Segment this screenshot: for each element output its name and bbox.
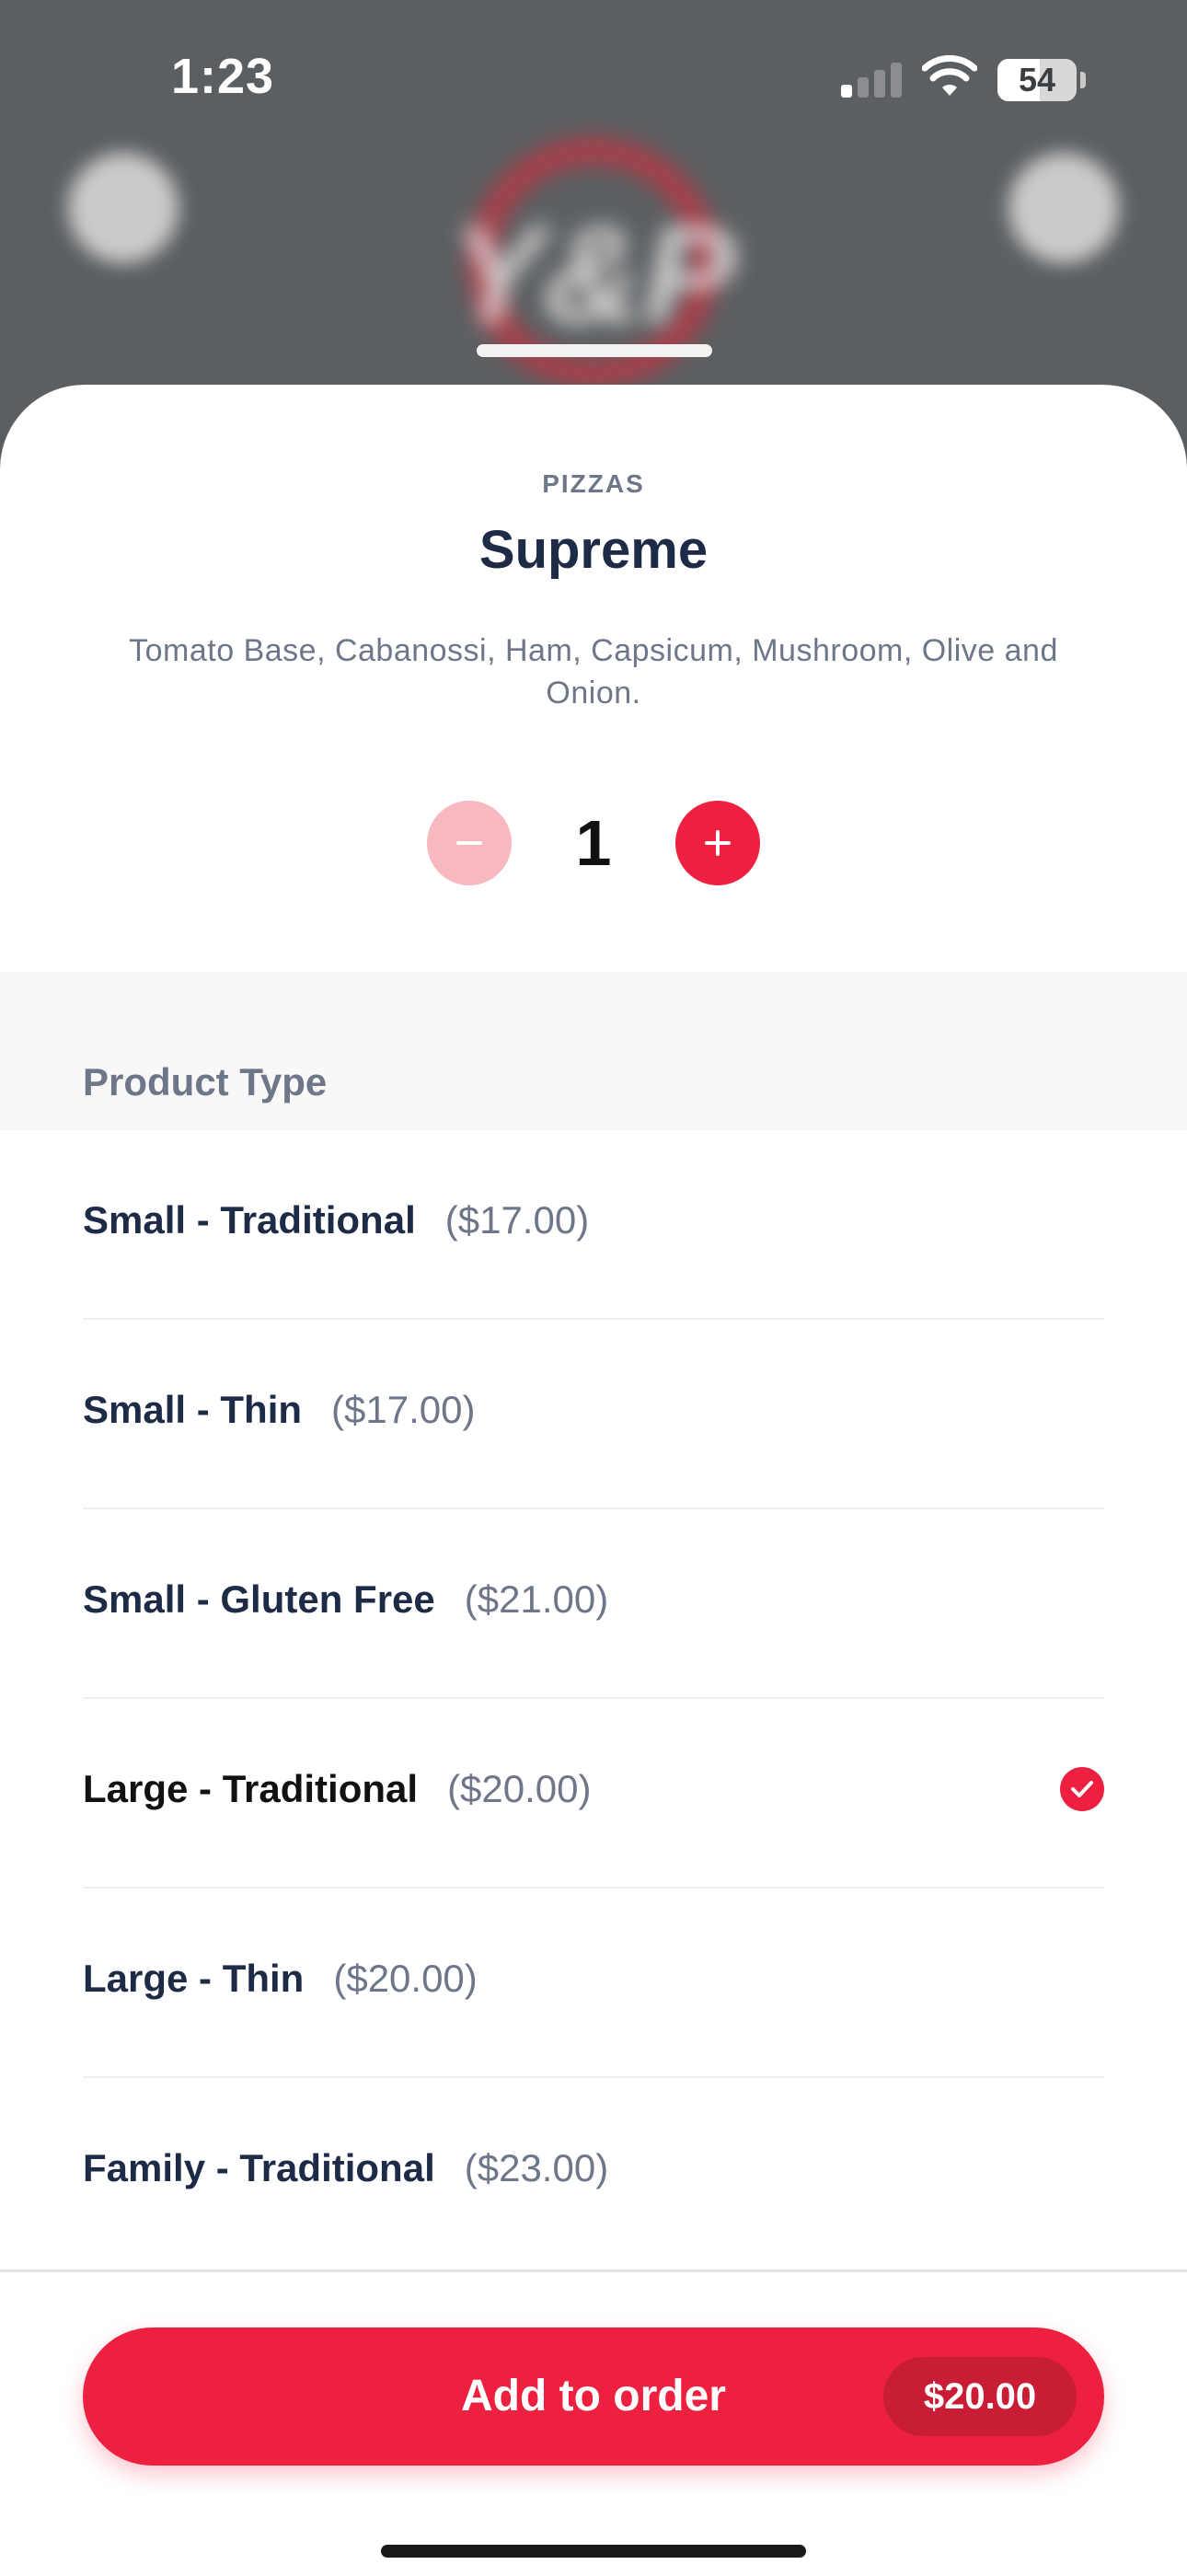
battery-level: 54 xyxy=(1018,61,1056,98)
quantity-value: 1 xyxy=(575,807,612,879)
sheet-grabber[interactable] xyxy=(477,344,712,357)
option-label: Family - Traditional ($23.00) xyxy=(83,2146,609,2189)
option-small-gluten-free[interactable]: Small - Gluten Free ($21.00) xyxy=(83,1509,1104,1699)
option-price: ($23.00) xyxy=(464,2146,609,2189)
option-large-thin[interactable]: Large - Thin ($20.00) xyxy=(83,1889,1104,2078)
selected-check-icon xyxy=(1060,1767,1104,1811)
product-type-header: Product Type xyxy=(0,972,1187,1130)
increase-quantity-button[interactable] xyxy=(675,801,760,885)
product-title: Supreme xyxy=(478,520,709,580)
option-price: ($20.00) xyxy=(333,1957,478,2000)
info-button-blurred xyxy=(1008,153,1119,263)
section-title: Product Type xyxy=(83,1060,328,1103)
battery-icon: 54 xyxy=(997,59,1077,101)
status-time: 1:23 xyxy=(171,49,275,104)
option-label: Small - Thin ($17.00) xyxy=(83,1388,476,1431)
option-label: Small - Traditional ($17.00) xyxy=(83,1198,590,1242)
option-label: Small - Gluten Free ($21.00) xyxy=(83,1577,609,1621)
option-label: Large - Thin ($20.00) xyxy=(83,1957,478,2000)
option-price: ($17.00) xyxy=(444,1198,590,1242)
order-total-badge: $20.00 xyxy=(883,2357,1077,2436)
product-sheet: PIZZAS Supreme Tomato Base, Cabanossi, H… xyxy=(0,385,1187,2573)
option-family-traditional[interactable]: Family - Traditional ($23.00) xyxy=(83,2078,1104,2268)
brand-logo-text-blurred: Y&P xyxy=(451,197,736,352)
option-large-traditional[interactable]: Large - Traditional ($20.00) xyxy=(83,1699,1104,1889)
order-footer: Add to order $20.00 xyxy=(0,2270,1187,2576)
option-label: Large - Traditional ($20.00) xyxy=(83,1767,592,1810)
add-to-order-button[interactable]: Add to order $20.00 xyxy=(83,2328,1104,2466)
battery-cap xyxy=(1080,72,1086,88)
wifi-icon xyxy=(922,55,977,96)
option-price: ($21.00) xyxy=(464,1577,609,1621)
option-small-thin[interactable]: Small - Thin ($17.00) xyxy=(83,1320,1104,1509)
product-description: Tomato Base, Cabanossi, Ham, Capsicum, M… xyxy=(129,633,1058,710)
status-bar: 1:23 54 xyxy=(0,0,1187,156)
option-price: ($20.00) xyxy=(447,1767,592,1810)
signal-icon xyxy=(841,61,905,98)
minus-icon xyxy=(456,841,482,845)
option-small-traditional[interactable]: Small - Traditional ($17.00) xyxy=(83,1130,1104,1320)
plus-icon xyxy=(705,830,731,856)
home-indicator xyxy=(381,2545,806,2558)
product-category: PIZZAS xyxy=(542,469,645,498)
option-price: ($17.00) xyxy=(331,1388,476,1431)
decrease-quantity-button[interactable] xyxy=(427,801,512,885)
product-type-options: Small - Traditional ($17.00) Small - Thin… xyxy=(0,1130,1187,2268)
background-header: 1:23 54 Y&P xyxy=(0,0,1187,433)
back-button-blurred xyxy=(68,153,179,263)
